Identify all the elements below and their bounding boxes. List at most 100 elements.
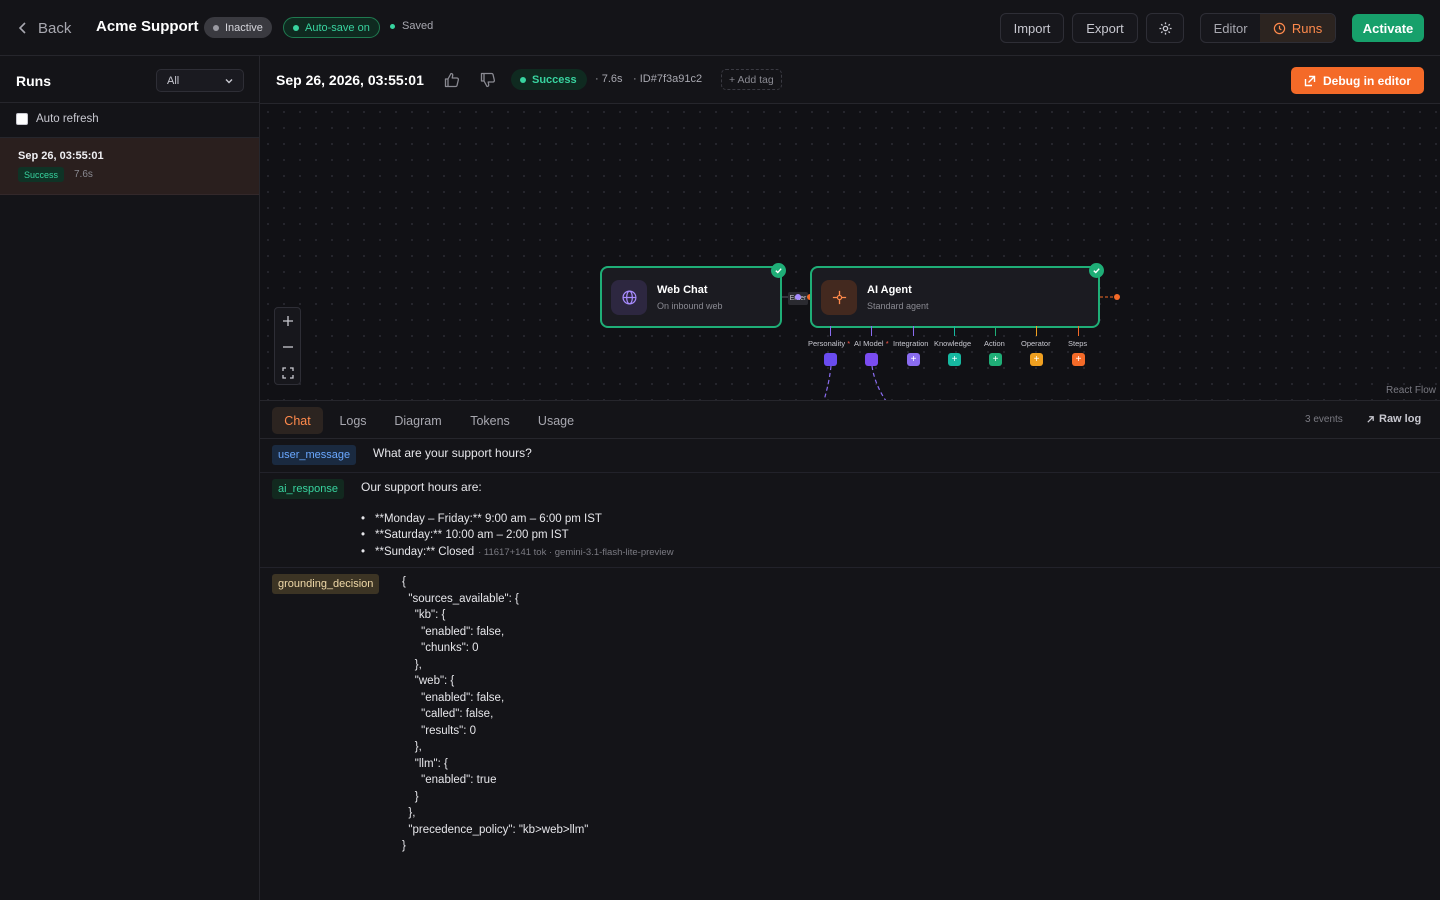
tab-usage[interactable]: Usage	[532, 407, 580, 434]
slot-label-ai-model: AI Model *	[854, 339, 889, 348]
event-type-tag: user_message	[272, 445, 357, 465]
slot-label-integration: Integration	[893, 339, 929, 348]
chevron-left-icon	[18, 22, 26, 34]
add-knowledge-button[interactable]: +	[948, 353, 961, 366]
editor-tab[interactable]: Editor	[1201, 14, 1260, 42]
add-operator-button[interactable]: +	[1030, 353, 1043, 366]
fit-view-icon	[281, 367, 294, 379]
json-line: }	[402, 790, 419, 803]
globe-icon	[621, 290, 637, 305]
slot-label-operator: Operator	[1021, 339, 1051, 348]
add-steps-button[interactable]: +	[1072, 353, 1085, 366]
tab-chat[interactable]: Chat	[272, 407, 323, 434]
slot-connector	[830, 326, 831, 336]
auto-refresh-checkbox[interactable]	[16, 113, 28, 125]
add-integration-button[interactable]: +	[907, 353, 920, 366]
slot-label-action: Action	[984, 339, 1005, 348]
add-action-button[interactable]: +	[989, 353, 1002, 366]
top-bar: Back Acme Support Inactive Auto-save on …	[0, 0, 1440, 56]
autosave-toggle[interactable]: Auto-save on	[283, 17, 380, 38]
json-line: "precedence_policy": "kb>web>llm"	[402, 823, 589, 836]
plus-icon	[282, 316, 293, 326]
external-link-icon	[1304, 75, 1316, 86]
chat-event-ai: ai_response Our support hours are: • **Mo…	[260, 473, 1440, 568]
json-line: "enabled": true	[402, 774, 497, 786]
autosave-label: Auto-save on	[305, 21, 370, 34]
json-line: "results": 0	[402, 724, 476, 737]
divider	[0, 102, 259, 103]
slot-connector	[995, 326, 996, 336]
debug-label: Debug in editor	[1323, 73, 1411, 88]
status-dot	[520, 76, 526, 83]
tab-tokens[interactable]: Tokens	[464, 407, 516, 434]
run-duration: 7.6s	[74, 169, 93, 180]
back-button[interactable]: Back	[16, 16, 71, 40]
import-button[interactable]: Import	[1000, 13, 1064, 43]
saved-indicator: Saved	[390, 20, 433, 32]
add-tag-button[interactable]: + Add tag	[721, 69, 782, 90]
debug-in-editor-button[interactable]: Debug in editor	[1291, 67, 1424, 94]
output-handle[interactable]	[1114, 294, 1120, 300]
plus-icon: +	[1075, 353, 1082, 365]
zoom-in-button[interactable]	[275, 308, 300, 334]
run-header: Sep 26, 2026, 03:55:01 Success · 7.6s · …	[260, 56, 1440, 104]
json-line: },	[402, 741, 422, 753]
event-type-tag: grounding_decision	[272, 574, 380, 594]
chat-event-grounding: grounding_decision { "sources_available"…	[260, 568, 1440, 868]
export-button[interactable]: Export	[1072, 13, 1138, 43]
edges-layer	[782, 296, 1115, 400]
node-title: AI Agent	[867, 284, 912, 296]
runs-tab[interactable]: Runs	[1260, 14, 1335, 42]
node-icon	[821, 280, 857, 315]
run-list-item[interactable]: Sep 26, 03:55:01 Success 7.6s	[0, 138, 259, 195]
activate-button[interactable]: Activate	[1352, 14, 1424, 42]
workflow-title: Acme Support	[96, 18, 199, 35]
personality-slot[interactable]	[824, 353, 837, 366]
plus-icon: +	[1033, 353, 1040, 365]
slot-connector	[1036, 326, 1037, 336]
ai-agent-node[interactable]: AI Agent Standard agent	[810, 263, 1104, 328]
run-date: Sep 26, 03:55:01	[18, 150, 104, 162]
thumbs-up-icon[interactable]	[443, 71, 461, 89]
status-label: Inactive	[225, 21, 263, 34]
clock-icon	[1273, 22, 1286, 34]
runs-tab-label: Runs	[1291, 20, 1323, 36]
auto-refresh-row: Auto refresh	[16, 113, 99, 125]
edge-line	[871, 365, 887, 400]
settings-button[interactable]	[1146, 13, 1184, 43]
web-chat-node[interactable]: Web Chat On inbound web	[600, 263, 786, 328]
tab-diagram[interactable]: Diagram	[388, 407, 448, 434]
node-subtitle: On inbound web	[657, 301, 723, 311]
node-icon	[611, 280, 647, 315]
run-status-badge: Success	[511, 69, 587, 90]
ai-model-slot[interactable]	[865, 353, 878, 366]
react-flow-attribution[interactable]: React Flow	[1386, 385, 1436, 396]
json-line: },	[402, 658, 422, 671]
slot-label-steps: Steps	[1068, 339, 1088, 348]
fit-view-button[interactable]	[275, 360, 300, 386]
zoom-out-button[interactable]	[275, 334, 300, 360]
chat-event-user: user_message What are your support hours…	[260, 439, 1440, 473]
ai-response-line: • **Sunday:** Closed · 11617+141 tok · gem…	[361, 546, 674, 558]
zoom-controls	[274, 307, 301, 385]
status-dot	[213, 24, 219, 31]
json-line: "sources_available": {	[402, 592, 519, 605]
arrow-up-right-icon	[1367, 415, 1374, 423]
json-line: {	[402, 576, 406, 588]
flow-canvas[interactable]: Web Chat On inbound web Enter AI Agent S…	[260, 104, 1440, 401]
runs-filter-select[interactable]: All	[156, 69, 244, 92]
raw-log-link[interactable]: Raw log	[1366, 413, 1421, 425]
edge-line	[823, 365, 832, 400]
json-line: }	[402, 840, 406, 852]
thumbs-down-icon[interactable]	[479, 71, 497, 89]
edge-handle[interactable]	[795, 294, 801, 300]
ai-response-intro: Our support hours are:	[361, 480, 482, 494]
gear-icon	[1158, 21, 1172, 35]
ai-response-line: • **Saturday:** 10:00 am – 2:00 pm IST	[361, 529, 569, 541]
run-duration: · 7.6s	[595, 73, 623, 85]
tab-logs[interactable]: Logs	[332, 407, 374, 434]
json-line: },	[402, 807, 416, 819]
run-status-label: Success	[532, 73, 577, 86]
slot-label-personality: Personality *	[808, 339, 851, 348]
back-label: Back	[38, 19, 72, 37]
